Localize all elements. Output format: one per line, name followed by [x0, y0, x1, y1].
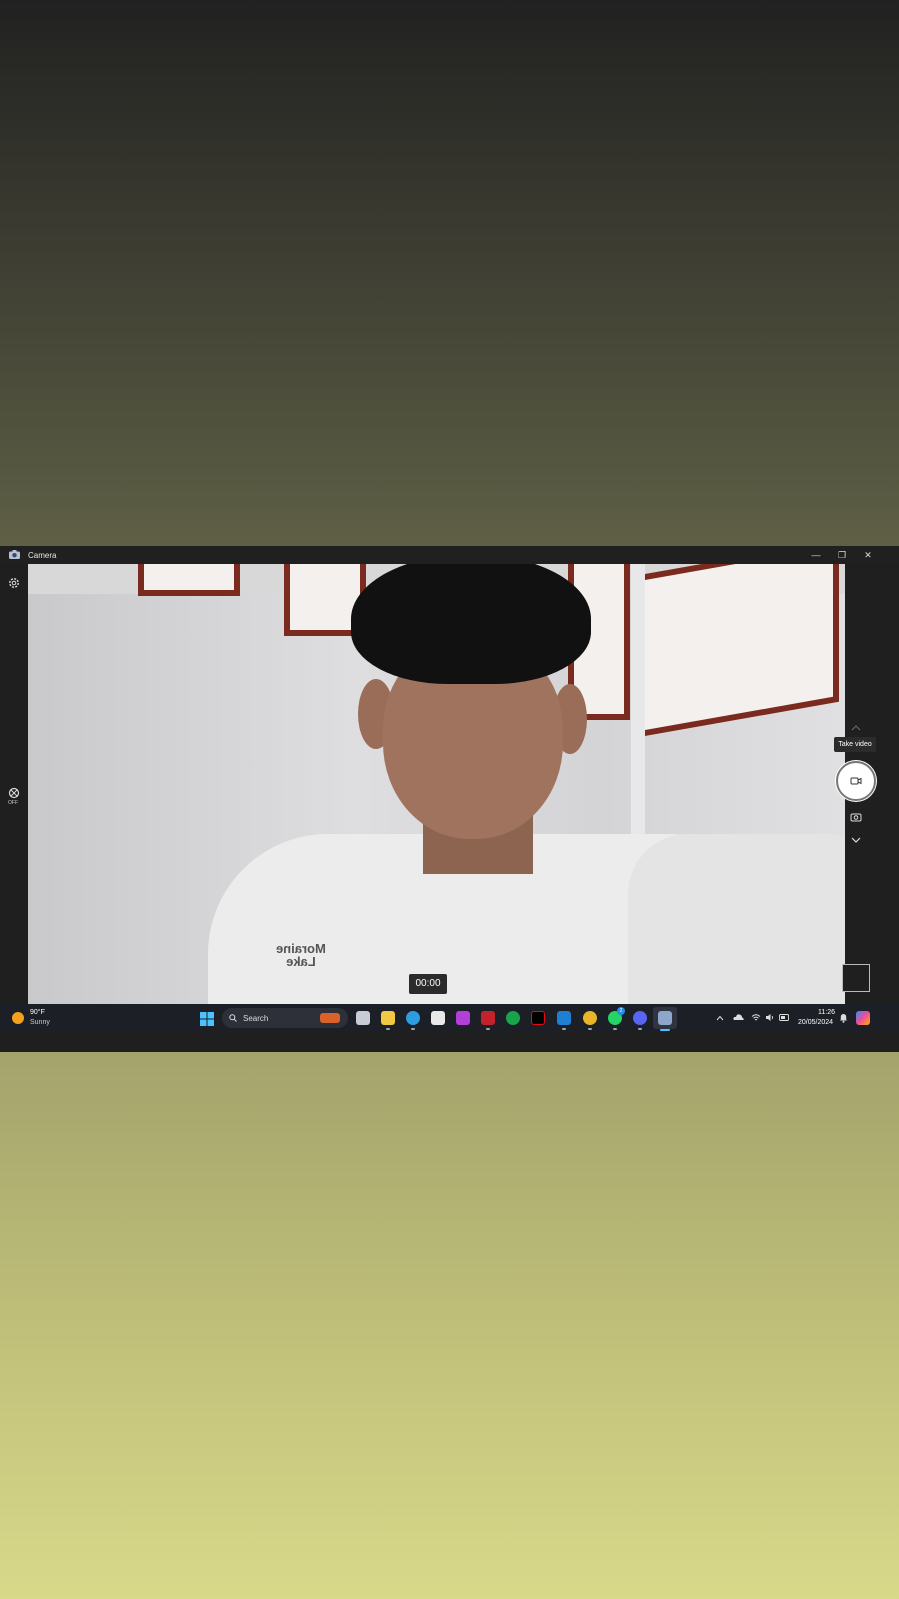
- active-indicator: [660, 1029, 670, 1031]
- running-indicator: [638, 1028, 642, 1030]
- take-video-button[interactable]: [836, 761, 876, 801]
- photo-app-icon[interactable]: [456, 1011, 470, 1025]
- camera-app-icon-taskbar: [658, 1011, 672, 1025]
- edge-icon[interactable]: [406, 1011, 420, 1025]
- recording-timer: 00:00: [409, 974, 447, 994]
- person-arm: [628, 834, 845, 1014]
- close-button[interactable]: ✕: [861, 549, 875, 561]
- cloud-icon[interactable]: [733, 1013, 744, 1021]
- windows-start-icon[interactable]: [200, 1012, 214, 1026]
- notification-bell-icon[interactable]: [839, 1013, 848, 1023]
- copilot-icon[interactable]: [856, 1011, 870, 1025]
- discord-icon[interactable]: [633, 1011, 647, 1025]
- task-view-icon[interactable]: [356, 1011, 370, 1025]
- vscode-icon[interactable]: [557, 1011, 571, 1025]
- chevron-down-icon[interactable]: [851, 836, 861, 844]
- window-title: Camera: [28, 551, 57, 560]
- running-indicator: [613, 1028, 617, 1030]
- taskbar-search[interactable]: Search: [222, 1008, 348, 1028]
- clock-time[interactable]: 11:26: [818, 1009, 835, 1016]
- camera-preview: Moraine Lake: [28, 564, 845, 1020]
- netflix-icon[interactable]: [531, 1011, 545, 1025]
- battery-icon[interactable]: [779, 1014, 790, 1021]
- weather-temp[interactable]: 90°F: [30, 1009, 45, 1016]
- volume-icon[interactable]: [765, 1013, 775, 1022]
- ceiling-window-left: [138, 564, 240, 596]
- media-app-icon[interactable]: [481, 1011, 495, 1025]
- chrome-icon[interactable]: [583, 1011, 597, 1025]
- gear-icon[interactable]: [8, 577, 20, 589]
- chevron-up-icon[interactable]: [851, 724, 861, 732]
- camera-icon[interactable]: [850, 812, 862, 822]
- camera-app-icon: [9, 550, 20, 559]
- store-icon[interactable]: [431, 1011, 445, 1025]
- chevron-up-icon[interactable]: [716, 1015, 724, 1021]
- shirt-print: Moraine Lake: [276, 941, 326, 969]
- running-indicator: [562, 1028, 566, 1030]
- whatsapp-badge: 2: [617, 1007, 625, 1015]
- restore-button[interactable]: ❐: [835, 549, 849, 561]
- running-indicator: [486, 1028, 490, 1030]
- minimize-button[interactable]: —: [809, 549, 823, 561]
- video-camera-icon: [850, 777, 862, 785]
- gallery-thumbnail[interactable]: [842, 964, 870, 992]
- wifi-icon[interactable]: [751, 1013, 761, 1022]
- search-icon: [229, 1014, 237, 1022]
- hdr-icon[interactable]: [8, 787, 20, 799]
- background-lower: [0, 1052, 899, 1599]
- running-indicator: [588, 1028, 592, 1030]
- search-highlight-icon: [320, 1013, 340, 1023]
- search-placeholder: Search: [243, 1014, 269, 1023]
- sun-icon: [12, 1012, 24, 1024]
- hdr-label: OFF: [8, 800, 18, 806]
- camera-window: Camera — ❐ ✕ OFF Moraine Lake: [0, 546, 899, 1052]
- title-bar: Camera — ❐ ✕: [0, 546, 899, 564]
- shutter-tooltip: Take video: [834, 737, 876, 752]
- left-toolbar: OFF: [0, 564, 28, 1020]
- file-explorer-icon[interactable]: [381, 1011, 395, 1025]
- taskbar: 90°F Sunny Search 2 11:26 20/05/2024: [0, 1004, 899, 1032]
- running-indicator: [411, 1028, 415, 1030]
- clock-date[interactable]: 20/05/2024: [798, 1019, 833, 1026]
- xbox-icon[interactable]: [506, 1011, 520, 1025]
- weather-condition[interactable]: Sunny: [30, 1019, 50, 1026]
- running-indicator: [386, 1028, 390, 1030]
- person-hair: [351, 564, 591, 684]
